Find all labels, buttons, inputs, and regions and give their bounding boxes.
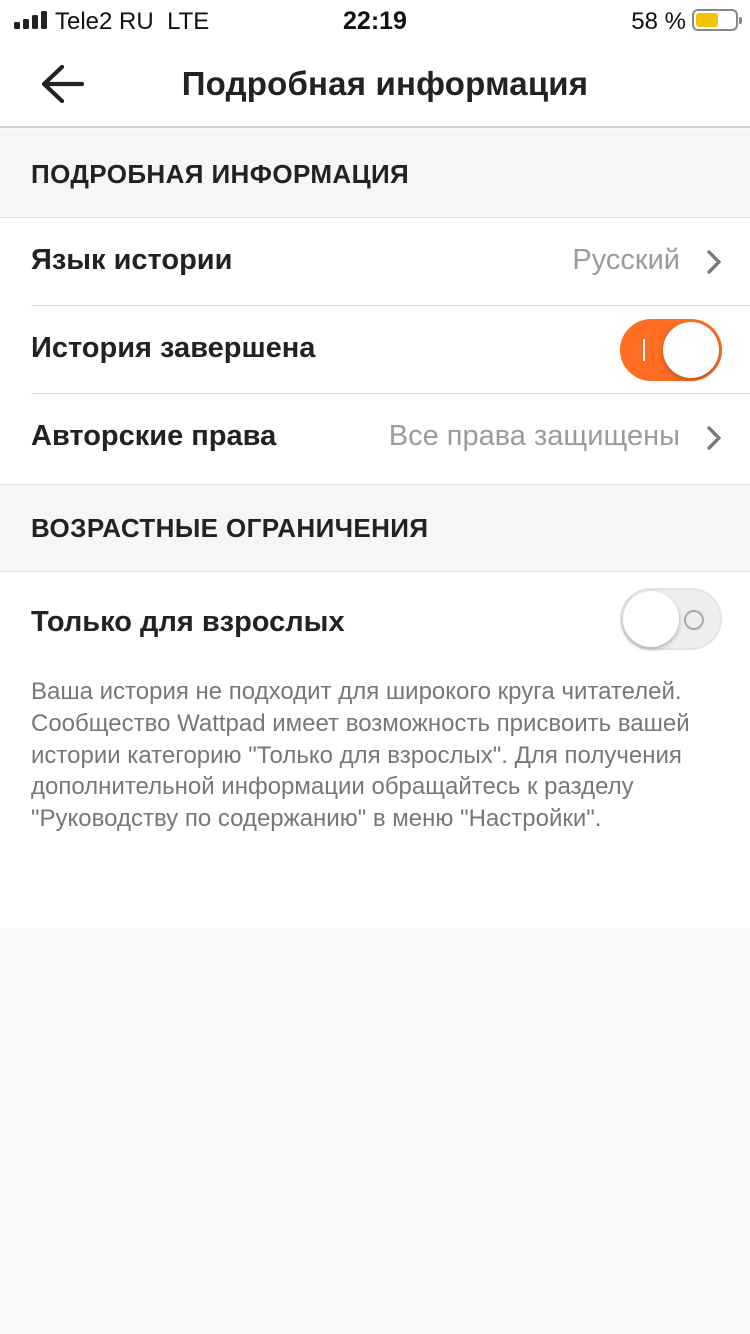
story-completed-row: История завершена	[0, 306, 750, 394]
row-label: Язык истории	[31, 244, 233, 276]
section-title: ПОДРОБНАЯ ИНФОРМАЦИЯ	[31, 159, 410, 189]
section-header-details: ПОДРОБНАЯ ИНФОРМАЦИЯ	[0, 130, 750, 218]
toggle-knob	[663, 322, 719, 378]
navigation-header: Подробная информация	[0, 40, 750, 128]
row-label: История завершена	[31, 332, 316, 364]
battery-percent: 58 %	[631, 8, 686, 35]
section-header-age: ВОЗРАСТНЫЕ ОГРАНИЧЕНИЯ	[0, 484, 750, 572]
mature-toggle[interactable]	[620, 588, 722, 650]
mature-label: Только для взрослых	[31, 606, 345, 638]
mature-content-block: Только для взрослых Ваша история не подх…	[0, 572, 750, 928]
chevron-right-icon	[707, 426, 721, 450]
toggle-off-indicator	[684, 610, 704, 630]
back-button[interactable]	[30, 58, 94, 110]
section-title: ВОЗРАСТНЫЕ ОГРАНИЧЕНИЯ	[31, 513, 429, 543]
row-value: Русский	[572, 244, 680, 276]
page-title: Подробная информация	[181, 65, 589, 102]
battery-icon	[692, 9, 742, 31]
chevron-right-icon	[707, 250, 721, 274]
story-completed-toggle[interactable]	[620, 319, 722, 381]
story-language-row[interactable]: Язык истории Русский	[0, 218, 750, 306]
row-label: Авторские права	[31, 420, 277, 452]
toggle-knob	[623, 591, 679, 647]
copyright-row[interactable]: Авторские права Все права защищены	[0, 394, 750, 484]
status-bar: Tele2 RU LTE 22:19 58 %	[0, 0, 750, 40]
mature-description: Ваша история не подходит для широкого кр…	[31, 678, 690, 833]
toggle-on-indicator	[643, 339, 645, 361]
screen: Tele2 RU LTE 22:19 58 % Подробная информ…	[0, 0, 750, 1334]
row-value: Все права защищены	[388, 420, 680, 452]
back-arrow-icon	[41, 64, 84, 104]
battery-level	[696, 13, 718, 27]
